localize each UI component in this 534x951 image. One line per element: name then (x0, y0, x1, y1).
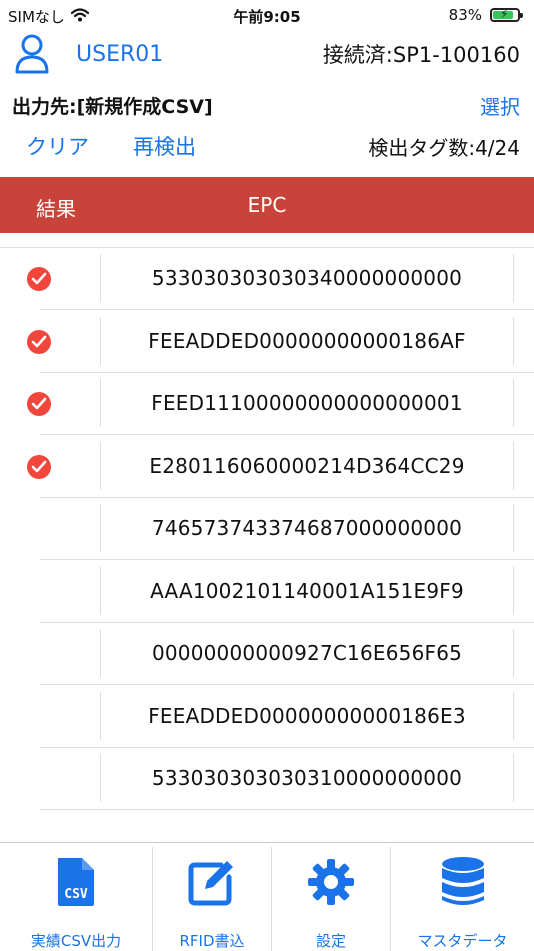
output-row: 出力先:[新規作成CSV] 選択 (12, 90, 520, 120)
user-header: USER01 接続済:SP1-100160 (14, 32, 520, 76)
tab-bar: CSV 実績CSV出力 RFID書込 設定 マスタデータ (0, 842, 534, 951)
check-icon (27, 329, 51, 354)
tab-rfid-write[interactable]: RFID書込 (153, 843, 271, 951)
table-row[interactable]: 00000000000927C16E656F65 (0, 623, 534, 685)
status-bar: SIMなし 午前9:05 83% ⚡ (0, 0, 534, 30)
check-icon (27, 454, 51, 479)
epc-value: 746573743374687000000000 (151, 516, 463, 540)
epc-list[interactable]: 533030303030340000000000 FEEADDED00000000… (0, 247, 534, 843)
table-row[interactable]: 533030303030310000000000 (0, 748, 534, 810)
user-icon[interactable] (14, 34, 50, 74)
epc-value: FEEADDED00000000000186AF (148, 328, 466, 353)
table-row[interactable]: 533030303030340000000000 (0, 248, 534, 310)
tab-master-data[interactable]: マスタデータ (391, 843, 534, 951)
battery-icon: ⚡ (490, 7, 523, 22)
battery-percent: 83% (448, 6, 482, 24)
csv-file-icon: CSV (54, 855, 98, 908)
select-button[interactable]: 選択 (480, 91, 520, 120)
check-icon (27, 267, 51, 291)
tab-label: マスタデータ (417, 932, 508, 950)
epc-value: 533030303030310000000000 (151, 766, 463, 790)
tab-label: 実績CSV出力 (30, 932, 122, 950)
tab-label: RFID書込 (179, 932, 245, 950)
epc-value: 533030303030340000000000 (151, 266, 463, 290)
svg-text:CSV: CSV (64, 887, 88, 902)
epc-value: AAA1002101140001A151E9F9 (150, 578, 464, 603)
output-destination: 出力先:[新規作成CSV] (12, 95, 213, 118)
table-row[interactable]: 746573743374687000000000 (0, 498, 534, 560)
clear-button[interactable]: クリア (26, 131, 89, 161)
database-icon (440, 855, 486, 908)
tab-csv-export[interactable]: CSV 実績CSV出力 (0, 843, 152, 951)
column-epc: EPC (247, 193, 287, 217)
user-name[interactable]: USER01 (76, 42, 163, 67)
gear-icon (306, 855, 356, 908)
epc-value: E280116060000214D364CC29 (149, 453, 465, 478)
table-header: 結果 EPC (0, 177, 534, 233)
table-row[interactable]: FEED11100000000000000001 (0, 373, 534, 435)
detected-tag-count: 検出タグ数:4/24 (368, 135, 520, 160)
table-row[interactable]: E280116060000214D364CC29 (0, 436, 534, 498)
table-row[interactable]: AAA1002101140001A151E9F9 (0, 561, 534, 623)
tab-label: 設定 (315, 932, 346, 950)
epc-value: FEED11100000000000000001 (151, 391, 463, 415)
table-row[interactable]: FEEADDED00000000000186E3 (0, 686, 534, 748)
table-row[interactable]: FEEADDED00000000000186AF (0, 311, 534, 373)
edit-icon (187, 855, 237, 908)
epc-value: FEEADDED00000000000186E3 (148, 703, 466, 728)
check-icon (27, 392, 51, 416)
epc-value: 00000000000927C16E656F65 (151, 641, 463, 665)
tab-settings[interactable]: 設定 (272, 843, 390, 951)
connection-status: 接続済:SP1-100160 (322, 43, 520, 67)
redetect-button[interactable]: 再検出 (133, 131, 196, 161)
action-row: クリア 再検出 検出タグ数:4/24 (26, 131, 520, 161)
